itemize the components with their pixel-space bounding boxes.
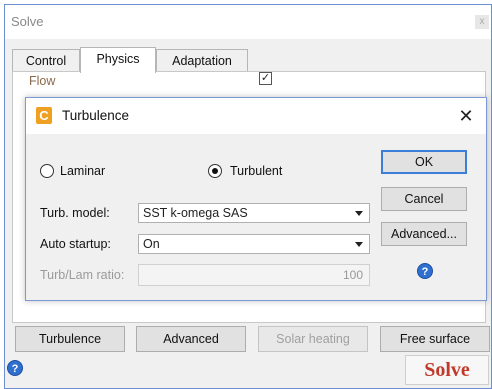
free-surface-button[interactable]: Free surface [380,326,490,352]
turb-model-value: SST k-omega SAS [143,206,248,220]
turb-lam-ratio-field[interactable]: 100 [138,264,370,286]
window-title: Solve [11,14,44,29]
turbulence-button[interactable]: Turbulence [15,326,125,352]
tab-physics[interactable]: Physics [80,47,156,73]
auto-startup-label: Auto startup: [40,237,111,251]
chevron-down-icon [355,211,363,216]
flow-checkbox[interactable]: ✓ [259,72,272,85]
cancel-button[interactable]: Cancel [381,187,467,211]
turb-model-dropdown[interactable]: SST k-omega SAS [138,203,370,223]
ok-button[interactable]: OK [381,150,467,174]
turbulence-dialog: C Turbulence ✕ Laminar Turbulent Turb. m… [25,97,487,301]
turbulent-label[interactable]: Turbulent [230,164,282,178]
app-logo-icon: C [36,107,52,124]
turbulent-radio[interactable] [208,164,222,178]
laminar-radio[interactable] [40,164,54,178]
turb-model-label: Turb. model: [40,206,110,220]
advanced-button[interactable]: Advanced [136,326,246,352]
tab-control[interactable]: Control [12,49,80,73]
dialog-titlebar: C Turbulence ✕ [26,98,486,134]
window-titlebar: Solve x [5,5,491,39]
solve-button[interactable]: Solve [405,355,489,385]
tab-adaptation[interactable]: Adaptation [156,49,248,73]
dialog-close-button[interactable]: ✕ [454,104,478,128]
dialog-title: Turbulence [62,108,130,123]
turb-lam-ratio-label: Turb/Lam ratio: [40,268,125,282]
dialog-help-icon[interactable]: ? [417,263,433,279]
auto-startup-dropdown[interactable]: On [138,234,370,254]
auto-startup-value: On [143,237,160,251]
dialog-advanced-button[interactable]: Advanced... [381,222,467,246]
laminar-label[interactable]: Laminar [60,164,105,178]
window-close-button[interactable]: x [475,15,489,29]
help-icon[interactable]: ? [7,360,23,376]
flow-label: Flow [29,74,56,88]
chevron-down-icon [355,242,363,247]
solar-heating-button[interactable]: Solar heating [258,326,368,352]
radio-selected-dot [212,168,218,174]
